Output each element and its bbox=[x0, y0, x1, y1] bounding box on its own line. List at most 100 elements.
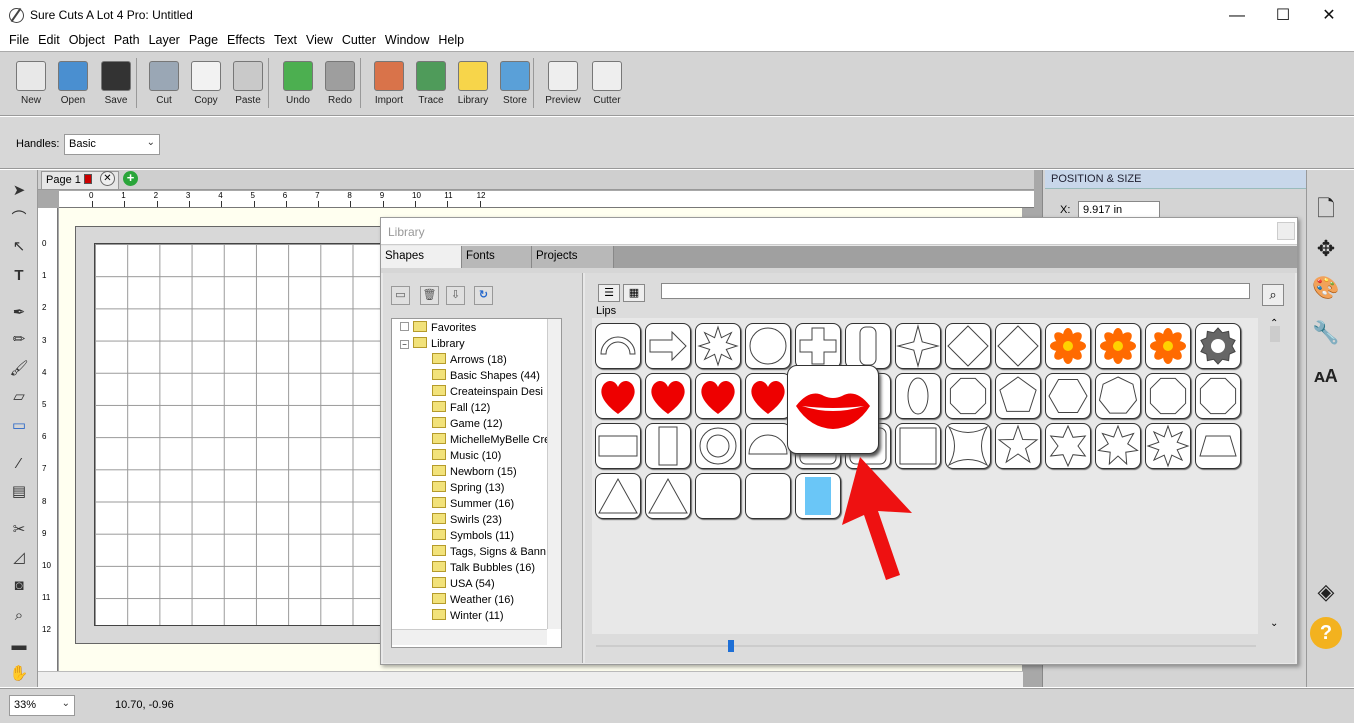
pencil-icon[interactable]: ✏ bbox=[9, 330, 29, 350]
tree-item[interactable]: Winter (11) bbox=[432, 609, 504, 625]
move-arrows-icon[interactable]: ✥ bbox=[1310, 233, 1342, 265]
text-tool-icon[interactable]: T bbox=[9, 266, 29, 286]
add-page-icon[interactable]: + bbox=[123, 171, 138, 186]
toolbar-import-button[interactable]: Import bbox=[367, 57, 411, 112]
trash-icon[interactable]: 🗑 bbox=[420, 286, 439, 305]
scroll-thumb[interactable] bbox=[1270, 326, 1280, 342]
eraser-icon[interactable]: ▱ bbox=[9, 387, 29, 407]
menu-window[interactable]: Window bbox=[385, 31, 429, 47]
menu-view[interactable]: View bbox=[306, 31, 333, 47]
shape-ellipse-tall[interactable] bbox=[895, 373, 941, 419]
document-icon[interactable]: 🗋 bbox=[1310, 193, 1342, 225]
toolbar-save-button[interactable]: Save bbox=[94, 57, 138, 112]
shape-gear[interactable] bbox=[1195, 323, 1241, 369]
tab-shapes[interactable]: Shapes bbox=[381, 246, 462, 268]
text-size-icon[interactable]: ᴀA bbox=[1310, 360, 1342, 392]
palette-icon[interactable]: 🎨 bbox=[1310, 272, 1342, 304]
refresh-icon[interactable]: ↻ bbox=[474, 286, 493, 305]
shape-semicircle[interactable] bbox=[745, 423, 791, 469]
shape-pentagon[interactable] bbox=[995, 373, 1041, 419]
shape-heart[interactable] bbox=[645, 373, 691, 419]
menu-cutter[interactable]: Cutter bbox=[342, 31, 376, 47]
tree-item[interactable]: − Library bbox=[400, 337, 465, 353]
tree-item[interactable]: Createinspain Desi bbox=[432, 385, 543, 401]
tree-item[interactable]: Swirls (23) bbox=[432, 513, 502, 529]
shape-star6[interactable] bbox=[1045, 423, 1091, 469]
shape-blue-rect[interactable] bbox=[795, 473, 841, 519]
canvas-horizontal-scrollbar[interactable] bbox=[38, 671, 1023, 687]
tree-item[interactable]: Tags, Signs & Bann bbox=[432, 545, 546, 561]
toolbar-copy-button[interactable]: Copy bbox=[184, 57, 228, 112]
shape-heart[interactable] bbox=[745, 373, 791, 419]
menu-path[interactable]: Path bbox=[114, 31, 140, 47]
shape-flower-orange[interactable] bbox=[1095, 323, 1141, 369]
shape-octagon[interactable] bbox=[1145, 373, 1191, 419]
shape-circle[interactable] bbox=[745, 323, 791, 369]
shape-heart[interactable] bbox=[695, 373, 741, 419]
toolbar-trace-button[interactable]: Trace bbox=[409, 57, 453, 112]
shape-star5[interactable] bbox=[995, 423, 1041, 469]
tree-item[interactable]: Talk Bubbles (16) bbox=[432, 561, 535, 577]
shape-arch[interactable] bbox=[595, 323, 641, 369]
expander-icon[interactable] bbox=[400, 322, 409, 331]
shape-rect-tall[interactable] bbox=[645, 423, 691, 469]
library-search-input[interactable] bbox=[661, 283, 1250, 299]
toolbar-preview-button[interactable]: Preview bbox=[541, 57, 585, 112]
toolbar-cut-button[interactable]: Cut bbox=[142, 57, 186, 112]
shape-star4-concave[interactable] bbox=[945, 423, 991, 469]
toolbar-new-button[interactable]: New bbox=[9, 57, 53, 112]
menu-text[interactable]: Text bbox=[274, 31, 297, 47]
lasso-icon[interactable]: ⌒ bbox=[9, 209, 29, 229]
shape-trapezoid[interactable] bbox=[1195, 423, 1241, 469]
handles-select[interactable]: Basic ⌄ bbox=[64, 134, 160, 155]
zoom-icon[interactable]: ⌕ bbox=[9, 606, 29, 626]
zoom-slider[interactable] bbox=[596, 640, 1256, 652]
close-page-icon[interactable]: ✕ bbox=[100, 171, 115, 186]
toolbar-undo-button[interactable]: Undo bbox=[276, 57, 320, 112]
import-file-icon[interactable]: ⇩ bbox=[446, 286, 465, 305]
tab-projects[interactable]: Projects bbox=[532, 246, 614, 268]
menu-edit[interactable]: Edit bbox=[38, 31, 60, 47]
tree-item[interactable]: Fall (12) bbox=[432, 401, 490, 417]
layers-icon[interactable]: ◈ bbox=[1310, 576, 1342, 608]
shape-rounded-rect-tall[interactable] bbox=[845, 323, 891, 369]
tab-fonts[interactable]: Fonts bbox=[462, 246, 532, 268]
expander-icon[interactable]: − bbox=[400, 340, 409, 349]
new-folder-icon[interactable]: ▭ bbox=[391, 286, 410, 305]
tree-horizontal-scrollbar[interactable] bbox=[392, 629, 547, 645]
tree-item[interactable]: Game (12) bbox=[432, 417, 503, 433]
shape-cross[interactable] bbox=[795, 323, 841, 369]
pen-tool-icon[interactable]: ✒ bbox=[9, 303, 29, 323]
close-button[interactable]: ✕ bbox=[1306, 0, 1352, 31]
shape-asterisk[interactable] bbox=[695, 323, 741, 369]
tree-item[interactable]: Summer (16) bbox=[432, 497, 514, 513]
toolbar-library-button[interactable]: Library bbox=[451, 57, 495, 112]
help-icon[interactable]: ? bbox=[1310, 617, 1342, 649]
shape-star7[interactable] bbox=[1095, 423, 1141, 469]
shape-heptagon[interactable] bbox=[1095, 373, 1141, 419]
toolbar-open-button[interactable]: Open bbox=[51, 57, 95, 112]
tree-item[interactable]: Weather (16) bbox=[432, 593, 514, 609]
minimize-button[interactable]: — bbox=[1214, 0, 1260, 31]
grid-view-icon[interactable]: ▦ bbox=[623, 284, 645, 302]
wrench-icon[interactable]: 🔧 bbox=[1310, 317, 1342, 349]
menu-page[interactable]: Page bbox=[189, 31, 218, 47]
shape-rect-wide[interactable] bbox=[595, 423, 641, 469]
search-icon[interactable]: ⌕ bbox=[1262, 284, 1284, 306]
toolbar-paste-button[interactable]: Paste bbox=[226, 57, 270, 112]
measure-icon[interactable]: ▬ bbox=[9, 636, 29, 656]
shape-star8[interactable] bbox=[1145, 423, 1191, 469]
menu-effects[interactable]: Effects bbox=[227, 31, 265, 47]
shape-flower-orange[interactable] bbox=[1045, 323, 1091, 369]
shape-arrow[interactable] bbox=[645, 323, 691, 369]
shape-triangle[interactable] bbox=[645, 473, 691, 519]
tree-item[interactable]: Spring (13) bbox=[432, 481, 504, 497]
toolbar-cutter-button[interactable]: Cutter bbox=[585, 57, 629, 112]
zoom-select[interactable]: 33% ⌄ bbox=[9, 695, 75, 716]
shape-blank[interactable] bbox=[745, 473, 791, 519]
shapes-vertical-scrollbar[interactable]: ⌃ ⌄ bbox=[1266, 318, 1286, 634]
eyedropper-icon[interactable]: ⁄ bbox=[9, 454, 29, 474]
rectangle-tool-icon[interactable]: ▭ bbox=[9, 416, 29, 436]
weld-icon[interactable]: ◙ bbox=[9, 576, 29, 596]
gradient-icon[interactable]: ▤ bbox=[9, 482, 29, 502]
